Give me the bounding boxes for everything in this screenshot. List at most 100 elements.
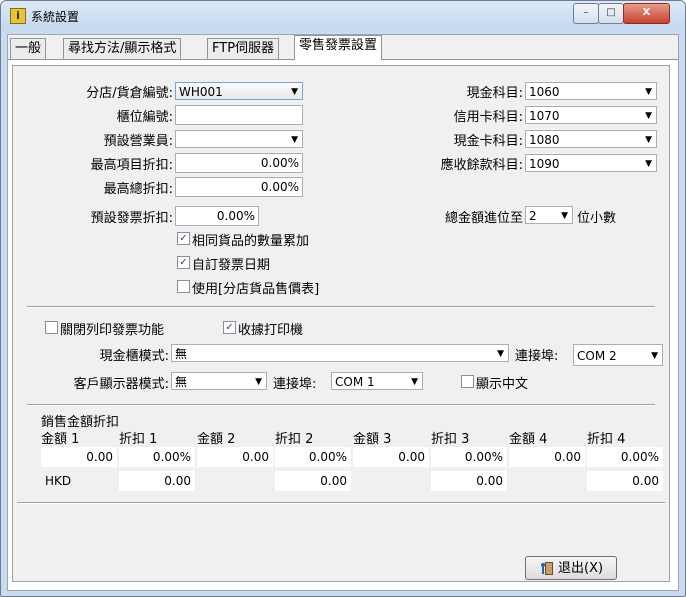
disable-print-checkbox[interactable] <box>45 321 58 334</box>
customer-display-mode-label: 客戶顯示器模式: <box>73 377 169 392</box>
discount-value-1[interactable]: 0.00 <box>119 471 195 491</box>
show-chinese-label: 顯示中文 <box>476 377 529 392</box>
cash-account-label: 現金科目: <box>466 86 523 101</box>
max-total-discount-input[interactable]: 0.00% <box>175 177 303 197</box>
currency-cell: HKD <box>41 471 117 491</box>
chevron-down-icon: ▼ <box>645 111 652 121</box>
max-total-discount-label: 最高總折扣: <box>103 182 173 197</box>
header-amount-3: 金額 3 <box>353 432 392 447</box>
discount-value-2[interactable]: 0.00 <box>275 471 351 491</box>
branch-label: 分店/貨倉編號: <box>86 86 173 101</box>
receipt-printer-checkbox[interactable]: ✓ <box>223 321 236 334</box>
rounding-label: 總金額進位至 <box>444 211 523 226</box>
accumulate-qty-checkbox[interactable]: ✓ <box>177 232 190 245</box>
customer-display-mode-select[interactable]: 無 ▼ <box>171 372 267 390</box>
cash-card-account-select[interactable]: 1080 ▼ <box>525 130 657 148</box>
chevron-down-icon: ▼ <box>645 135 652 145</box>
dialog-body: 一般 尋找方法/顯示格式 FTP伺服器 零售發票設置 分店/貨倉編號: WH00… <box>7 34 679 591</box>
tab-search-display[interactable]: 尋找方法/顯示格式 <box>63 38 182 59</box>
maximize-button[interactable]: □ <box>598 3 624 24</box>
amount-3-input[interactable]: 0.00 <box>353 447 429 467</box>
tab-ftp-server[interactable]: FTP伺服器 <box>207 38 280 59</box>
custom-invoice-date-label: 自訂發票日期 <box>192 258 271 273</box>
amount-2-input[interactable]: 0.00 <box>197 447 273 467</box>
counter-label: 櫃位編號: <box>116 110 173 125</box>
chevron-down-icon: ▼ <box>255 377 262 387</box>
divider <box>17 502 665 504</box>
discount-2-input[interactable]: 0.00% <box>275 447 351 467</box>
divider <box>27 306 655 308</box>
exit-button[interactable]: 退出(X) <box>525 556 617 580</box>
salesperson-label: 預設營業員: <box>103 134 173 149</box>
chevron-down-icon: ▼ <box>645 159 652 169</box>
discount-value-4[interactable]: 0.00 <box>587 471 663 491</box>
empty-cell <box>197 471 273 491</box>
chevron-down-icon: ▼ <box>291 87 298 97</box>
divider <box>27 404 655 406</box>
disable-print-label: 關閉列印發票功能 <box>60 323 165 338</box>
cash-drawer-port-label: 連接埠: <box>515 349 559 364</box>
title-bar[interactable]: i 系統設置 – □ X <box>1 1 685 29</box>
cash-card-account-value: 1080 <box>529 133 560 147</box>
cash-account-value: 1060 <box>529 85 560 99</box>
receivable-account-select[interactable]: 1090 ▼ <box>525 154 657 172</box>
retail-invoice-panel: 分店/貨倉編號: WH001 ▼ 櫃位編號: 預設營業員: ▼ 最高項目折扣: … <box>12 65 670 582</box>
receipt-printer-label: 收據打印機 <box>238 323 304 338</box>
exit-label: 退出(X) <box>558 561 604 576</box>
cash-drawer-mode-value: 無 <box>175 347 188 361</box>
cash-drawer-port-select[interactable]: COM 2 ▼ <box>573 344 663 366</box>
chevron-down-icon: ▼ <box>645 87 652 97</box>
counter-input[interactable] <box>175 105 303 125</box>
custom-invoice-date-checkbox[interactable]: ✓ <box>177 256 190 269</box>
discount-4-input[interactable]: 0.00% <box>587 447 663 467</box>
app-settings-icon: i <box>10 8 26 24</box>
branch-price-list-label: 使用[分店貨品售價表] <box>192 282 320 297</box>
receivable-account-value: 1090 <box>529 157 560 171</box>
accumulate-qty-label: 相同貨品的數量累加 <box>192 234 310 249</box>
window-title: 系統設置 <box>31 10 80 24</box>
customer-display-port-select[interactable]: COM 1 ▼ <box>331 372 423 390</box>
discount-value-3[interactable]: 0.00 <box>431 471 507 491</box>
customer-display-port-label: 連接埠: <box>273 377 317 392</box>
tab-retail-invoice[interactable]: 零售發票設置 <box>294 35 383 60</box>
header-discount-1: 折扣 1 <box>119 432 158 447</box>
minimize-button[interactable]: – <box>573 3 599 24</box>
default-invoice-discount-input[interactable]: 0.00% <box>175 206 259 226</box>
exit-door-icon <box>541 562 553 575</box>
credit-card-account-value: 1070 <box>529 109 560 123</box>
header-amount-2: 金額 2 <box>197 432 236 447</box>
credit-card-account-label: 信用卡科目: <box>453 110 523 125</box>
salesperson-select[interactable]: ▼ <box>175 130 303 148</box>
cash-drawer-mode-select[interactable]: 無 ▼ <box>171 344 509 362</box>
branch-value: WH001 <box>179 85 223 99</box>
chevron-down-icon: ▼ <box>651 351 658 361</box>
rounding-suffix: 位小數 <box>577 211 617 226</box>
rounding-value: 2 <box>529 209 537 223</box>
max-item-discount-label: 最高項目折扣: <box>90 158 173 173</box>
tab-strip: 一般 尋找方法/顯示格式 FTP伺服器 零售發票設置 <box>8 35 678 60</box>
header-discount-4: 折扣 4 <box>587 432 626 447</box>
chevron-down-icon: ▼ <box>291 135 298 145</box>
rounding-select[interactable]: 2 ▼ <box>525 206 573 224</box>
cash-drawer-port-value: COM 2 <box>577 349 617 363</box>
close-button[interactable]: X <box>623 3 670 24</box>
branch-price-list-checkbox[interactable] <box>177 280 190 293</box>
show-chinese-checkbox[interactable] <box>461 375 474 388</box>
header-amount-1: 金額 1 <box>41 432 80 447</box>
default-invoice-discount-label: 預設發票折扣: <box>90 211 173 226</box>
cash-card-account-label: 現金卡科目: <box>453 134 523 149</box>
discount-1-input[interactable]: 0.00% <box>119 447 195 467</box>
settings-window: i 系統設置 – □ X 一般 尋找方法/顯示格式 FTP伺服器 零售發票設置 … <box>0 0 686 597</box>
max-item-discount-input[interactable]: 0.00% <box>175 153 303 173</box>
branch-select[interactable]: WH001 ▼ <box>175 82 303 100</box>
chevron-down-icon: ▼ <box>561 211 568 221</box>
amount-1-input[interactable]: 0.00 <box>41 447 117 467</box>
customer-display-port-value: COM 1 <box>335 375 375 389</box>
header-discount-2: 折扣 2 <box>275 432 314 447</box>
tab-general[interactable]: 一般 <box>10 38 47 59</box>
cash-account-select[interactable]: 1060 ▼ <box>525 82 657 100</box>
amount-4-input[interactable]: 0.00 <box>509 447 585 467</box>
discount-3-input[interactable]: 0.00% <box>431 447 507 467</box>
chevron-down-icon: ▼ <box>497 349 504 359</box>
credit-card-account-select[interactable]: 1070 ▼ <box>525 106 657 124</box>
